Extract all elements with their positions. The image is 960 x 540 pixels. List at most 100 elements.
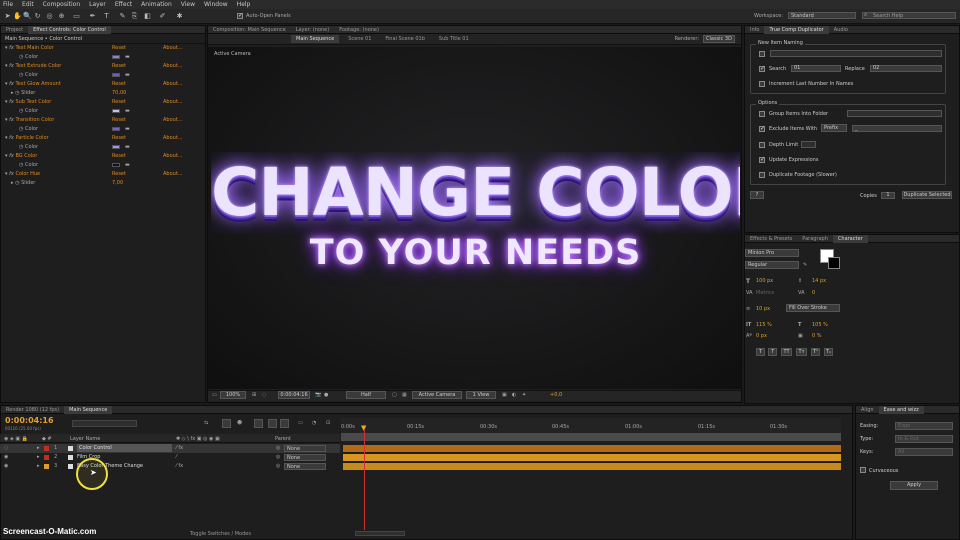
tab-render-comp[interactable]: Render 1080 (12 fps): [1, 406, 64, 414]
tab-effect-controls[interactable]: Effect Controls: Color Control: [28, 25, 111, 34]
reset-link[interactable]: Reset: [112, 62, 126, 71]
eyedropper-icon[interactable]: ▬: [125, 107, 130, 116]
rectangle-tool-icon[interactable]: ▭: [72, 12, 81, 21]
frame-blending-icon[interactable]: [254, 419, 263, 428]
reset-exposure-icon[interactable]: ◐: [512, 392, 516, 398]
baseline-shift-value[interactable]: 0 px: [756, 333, 767, 339]
parent-select[interactable]: None: [284, 463, 326, 470]
camera-tool-icon[interactable]: ◎: [45, 12, 54, 21]
duplicate-selected-button[interactable]: Duplicate Selected: [902, 191, 952, 199]
search-field[interactable]: 01: [791, 65, 841, 72]
toggle-switches-modes[interactable]: Toggle Switches / Modes: [190, 531, 251, 537]
reset-link[interactable]: Reset: [112, 98, 126, 107]
layer-row[interactable]: ◌ ▸ 1 Color Control ⁄ fx ◎ None: [0, 444, 340, 453]
color-swatch[interactable]: [112, 145, 120, 149]
switch-icon[interactable]: ⁄ fx: [176, 462, 183, 471]
subscript-button[interactable]: T₁: [824, 348, 833, 356]
color-swatch[interactable]: [112, 73, 120, 77]
search-help-input[interactable]: Search Help: [862, 12, 956, 19]
menu-composition[interactable]: Composition: [43, 1, 80, 8]
menu-file[interactable]: File: [3, 1, 13, 8]
layer-search-input[interactable]: [72, 420, 137, 427]
eyedropper-icon[interactable]: ✎: [803, 262, 807, 268]
superscript-button[interactable]: T¹: [811, 348, 820, 356]
tab-ease-and-wizz[interactable]: Ease and wizz: [878, 405, 924, 414]
keys-select[interactable]: All: [895, 448, 953, 456]
tab-paragraph[interactable]: Paragraph: [797, 235, 833, 243]
parent-pickwhip-icon[interactable]: ◎: [276, 462, 280, 471]
stroke-width-value[interactable]: 10 px: [756, 306, 770, 312]
menu-effect[interactable]: Effect: [115, 1, 132, 8]
layer-name[interactable]: Color Control: [77, 444, 172, 452]
layer-duration-bar[interactable]: [343, 463, 841, 470]
selection-tool-icon[interactable]: ➤: [3, 12, 12, 21]
about-link[interactable]: About...: [163, 98, 183, 107]
mask-icon[interactable]: ◌: [262, 392, 266, 398]
reset-link[interactable]: Reset: [112, 80, 126, 89]
menu-edit[interactable]: Edit: [22, 1, 34, 8]
visibility-icon[interactable]: ◌: [4, 444, 8, 453]
exclude-value-field[interactable]: _: [852, 125, 942, 132]
renderer-select[interactable]: Classic 3D: [703, 35, 735, 43]
work-area-bar[interactable]: [341, 433, 841, 441]
reset-link[interactable]: Reset: [112, 44, 126, 53]
color-swatch[interactable]: [112, 127, 120, 131]
exposure-value[interactable]: +0,0: [550, 392, 562, 398]
current-time-display[interactable]: 0:00:04:16: [278, 391, 310, 399]
stroke-color-swatch[interactable]: [828, 257, 840, 269]
zoom-select[interactable]: 100%: [220, 391, 246, 399]
effect-row[interactable]: ▾ fx Text Extrude Color Reset About...: [1, 62, 206, 71]
help-button[interactable]: ?: [750, 191, 764, 199]
reset-link[interactable]: Reset: [112, 152, 126, 161]
expand-arrow-icon[interactable]: ▸: [37, 462, 40, 471]
faux-italic-button[interactable]: T: [768, 348, 777, 356]
rotate-tool-icon[interactable]: ↻: [33, 12, 42, 21]
group-items-checkbox[interactable]: [759, 111, 765, 118]
parent-select[interactable]: None: [284, 454, 326, 461]
timeline-timecode[interactable]: 0:00:04:16: [5, 416, 54, 425]
label-color[interactable]: [44, 446, 49, 451]
about-link[interactable]: About...: [163, 152, 183, 161]
parent-header[interactable]: Parent: [275, 436, 291, 442]
subtab-main-sequence[interactable]: Main Sequence: [291, 35, 340, 43]
font-size-value[interactable]: 100 px: [756, 278, 773, 284]
exclude-items-checkbox[interactable]: [759, 126, 765, 133]
about-link[interactable]: About...: [163, 170, 183, 179]
camera-select[interactable]: Active Camera: [412, 391, 462, 399]
motion-blur-icon[interactable]: [268, 419, 277, 428]
color-swatch[interactable]: [112, 55, 120, 59]
tab-character[interactable]: Character: [832, 234, 868, 243]
graph-editor-toggle-icon[interactable]: ⊡: [326, 420, 330, 426]
layer-name-header[interactable]: Layer Name: [70, 436, 100, 442]
hand-tool-icon[interactable]: ✋: [13, 12, 22, 21]
vertical-scale-value[interactable]: 115 %: [756, 322, 772, 328]
toggle-pixel-icon[interactable]: ▣: [502, 392, 507, 398]
clone-tool-icon[interactable]: ⎘: [130, 12, 139, 21]
apply-button[interactable]: Apply: [890, 481, 938, 490]
font-style-select[interactable]: Regular: [745, 261, 799, 269]
replace-field[interactable]: 02: [870, 65, 942, 72]
eyedropper-icon[interactable]: ▬: [125, 53, 130, 62]
zoom-tool-icon[interactable]: 🔍: [23, 12, 32, 21]
menu-help[interactable]: Help: [237, 1, 251, 8]
type-select[interactable]: In & Out: [895, 435, 953, 443]
parent-pickwhip-icon[interactable]: ◎: [276, 444, 280, 453]
tab-audio[interactable]: Audio: [829, 26, 853, 34]
layer-row[interactable]: ◉ ▸ 3 Easy Color Theme Change ⁄ fx ◎ Non…: [0, 462, 340, 471]
tab-main-sequence[interactable]: Main Sequence: [64, 405, 113, 414]
pan-behind-tool-icon[interactable]: ⊕: [57, 12, 66, 21]
brush-tool-icon[interactable]: ✎: [118, 12, 127, 21]
transparency-grid-icon[interactable]: ▦: [402, 392, 407, 398]
effect-row[interactable]: ▾ fx Transition Color Reset About...: [1, 116, 206, 125]
stroke-mode-select[interactable]: Fill Over Stroke: [786, 304, 840, 312]
effect-row[interactable]: ▾ fx Sub Text Color Reset About...: [1, 98, 206, 107]
kerning-value[interactable]: Metrics: [756, 290, 774, 296]
effect-row[interactable]: ▾ fx Text Glow Amount Reset About...: [1, 80, 206, 89]
option-checkbox[interactable]: [759, 51, 765, 58]
horizontal-scale-value[interactable]: 105 %: [812, 322, 828, 328]
graph-editor-icon[interactable]: ▭: [298, 420, 303, 426]
eyedropper-icon[interactable]: ▬: [125, 143, 130, 152]
visibility-icon[interactable]: ◉: [4, 453, 8, 462]
small-caps-button[interactable]: Tт: [796, 348, 807, 356]
search-checkbox[interactable]: [759, 66, 765, 73]
